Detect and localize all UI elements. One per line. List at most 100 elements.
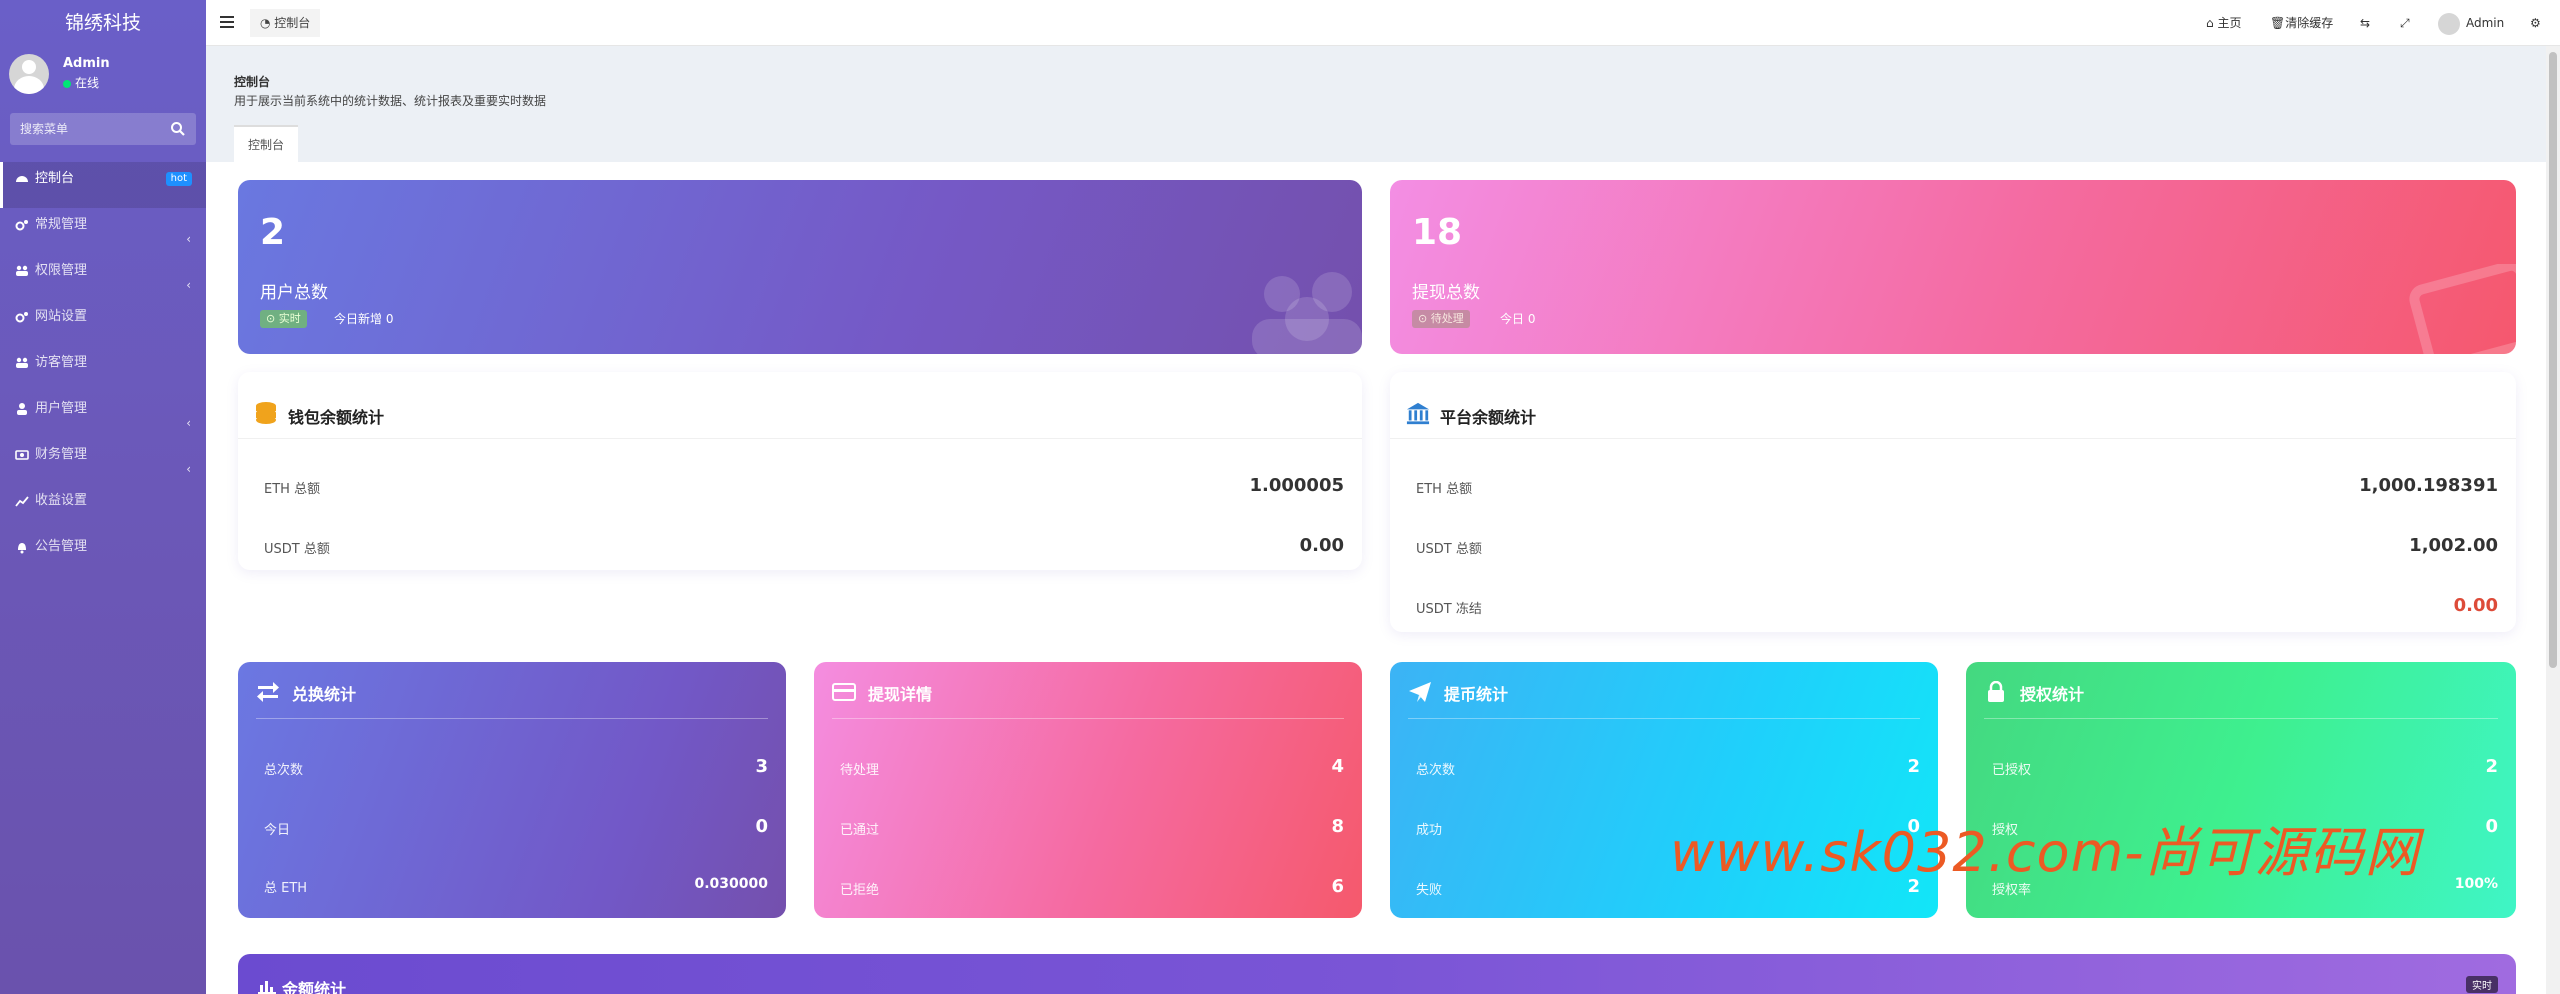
header-user-name: Admin [2466, 16, 2505, 30]
sidebar-search [10, 113, 196, 145]
withdraw-stats-card: 提现详情 待处理 4 已通过 8 已拒绝 6 [814, 662, 1362, 918]
users-total-value: 2 [260, 212, 286, 253]
platform-eth-label: ETH 总额 [1416, 482, 1473, 497]
stat-label: 总 ETH [264, 881, 308, 896]
lock-icon [1988, 681, 2004, 702]
stat-value: 4 [1331, 756, 1344, 777]
menu-toggle-icon[interactable] [220, 16, 234, 28]
amount-title: 金额统计 [282, 980, 347, 994]
sidebar-item-earnings[interactable]: 收益设置 [0, 484, 206, 530]
page-title: 控制台 [234, 75, 271, 89]
coins-icon [256, 402, 276, 424]
divider [1408, 718, 1920, 719]
stat-label: 失败 [1416, 883, 1443, 898]
sidebar-item-label: 网站设置 [35, 309, 88, 324]
chip-label: 待处理 [1430, 312, 1464, 325]
sidebar: 锦绣科技 Admin 在线 控制台 hot 常规管理 ‹ 权限管理 ‹ 网站设置… [0, 0, 206, 994]
tab-label: 控制台 [274, 16, 311, 30]
today-label: 今日新增 [334, 312, 383, 326]
users-bg-icon [1252, 272, 1362, 354]
brand-logo[interactable]: 锦绣科技 [0, 0, 206, 46]
amount-stats-card: 金额统计 实时 [238, 954, 2516, 994]
chevron-left-icon: ‹ [186, 416, 191, 430]
top-header: ◔ 控制台 ⌂ 主页 🗑清除缓存 ⇆ ⤢ Admin ⚙ [206, 0, 2560, 46]
stat-label: 总次数 [1416, 763, 1456, 778]
settings-gear-icon[interactable]: ⚙ [2530, 0, 2541, 46]
users-total-label: 用户总数 [260, 283, 328, 303]
money-icon [15, 449, 29, 460]
sidebar-item-visitor[interactable]: 访客管理 [0, 346, 206, 392]
dashboard-icon [16, 175, 28, 182]
divider [832, 718, 1344, 719]
user-panel: Admin 在线 [0, 46, 206, 104]
sidebar-item-label: 常规管理 [35, 217, 88, 232]
bar-chart-icon [258, 981, 276, 994]
withdraw-total-label: 提现总数 [1412, 283, 1480, 303]
chevron-left-icon: ‹ [186, 232, 191, 246]
coin-title: 提币统计 [1444, 685, 1509, 704]
wallet-balance-panel: 钱包余额统计 ETH 总额 1.000005 USDT 总额 0.00 [238, 372, 1362, 570]
today-label: 今日 [1500, 312, 1525, 326]
platform-title: 平台余额统计 [1440, 408, 1537, 427]
header-user[interactable]: Admin [2438, 0, 2504, 46]
sidebar-item-user[interactable]: 用户管理 ‹ [0, 392, 206, 438]
sidebar-item-dashboard[interactable]: 控制台 hot [0, 162, 206, 208]
home-label: 主页 [2217, 16, 2242, 30]
search-icon[interactable] [170, 121, 186, 137]
stat-label: 已授权 [1992, 763, 2032, 778]
withdraw-total-value: 18 [1412, 212, 1463, 253]
dashboard-icon: ◔ [260, 16, 275, 30]
online-dot-icon [63, 79, 71, 88]
scrollbar-thumb[interactable] [2549, 52, 2557, 668]
cogs-icon [15, 311, 28, 322]
content-tab-dashboard[interactable]: 控制台 [234, 125, 299, 162]
platform-usdt-label: USDT 总额 [1416, 542, 1482, 557]
content-header: 控制台 用于展示当前系统中的统计数据、统计报表及重要实时数据 控制台 [206, 47, 2560, 162]
avatar [9, 54, 49, 94]
bell-icon [18, 542, 26, 553]
today-value: 0 [385, 312, 394, 326]
wallet-title: 钱包余额统计 [288, 408, 385, 427]
sidebar-item-label: 用户管理 [35, 401, 88, 416]
sidebar-menu: 控制台 hot 常规管理 ‹ 权限管理 ‹ 网站设置 访客管理 用户管理 ‹ 财… [0, 162, 206, 576]
withdraw-pending-chip: ⊙ 待处理 [1412, 310, 1470, 328]
stat-value: 3 [755, 756, 768, 777]
page-subtitle: 用于展示当前系统中的统计数据、统计报表及重要实时数据 [234, 94, 547, 108]
trash-icon: 🗑 [2270, 16, 2286, 30]
sidebar-item-label: 公告管理 [35, 539, 88, 554]
exchange-stats-card: 兑换统计 总次数 3 今日 0 总 ETH 0.030000 [238, 662, 786, 918]
line-chart-icon [15, 495, 29, 507]
divider [1984, 718, 2498, 719]
sidebar-item-permission[interactable]: 权限管理 ‹ [0, 254, 206, 300]
stat-label: 已通过 [840, 823, 880, 838]
sidebar-item-finance[interactable]: 财务管理 ‹ [0, 438, 206, 484]
divider [256, 718, 768, 719]
sidebar-item-general[interactable]: 常规管理 ‹ [0, 208, 206, 254]
home-link[interactable]: ⌂ 主页 [2206, 0, 2241, 46]
tab-dashboard[interactable]: ◔ 控制台 [250, 9, 321, 37]
scrollbar[interactable] [2546, 46, 2560, 994]
stat-value: 2 [1907, 756, 1920, 777]
stat-value: 2 [2485, 756, 2498, 777]
paper-plane-icon [1409, 682, 1431, 702]
withdraw-detail-title: 提现详情 [868, 685, 933, 704]
chip-label: 实时 [278, 312, 301, 325]
language-icon[interactable]: ⇆ [2360, 0, 2370, 46]
credit-card-icon [832, 683, 856, 701]
users-card: 2 用户总数 ⊙ 实时 今日新增 0 [238, 180, 1362, 354]
watermark-text: www.sk032.com-尚可源码网 [1670, 821, 2420, 884]
realtime-badge: 实时 [2466, 976, 2498, 993]
sidebar-item-notice[interactable]: 公告管理 [0, 530, 206, 576]
fullscreen-icon[interactable]: ⤢ [2400, 0, 2410, 46]
sidebar-item-site[interactable]: 网站设置 [0, 300, 206, 346]
stat-label: 总次数 [264, 763, 304, 778]
sidebar-item-label: 访客管理 [35, 355, 88, 370]
stat-label: 待处理 [840, 763, 880, 778]
today-value: 0 [1527, 312, 1536, 326]
stat-value: 8 [1331, 816, 1344, 837]
withdraw-today: 今日 0 [1500, 310, 1535, 328]
sidebar-item-label: 权限管理 [35, 263, 88, 278]
platform-frozen-label: USDT 冻结 [1416, 602, 1482, 617]
search-input[interactable] [10, 113, 160, 145]
clear-cache-button[interactable]: 🗑清除缓存 [2270, 0, 2333, 46]
